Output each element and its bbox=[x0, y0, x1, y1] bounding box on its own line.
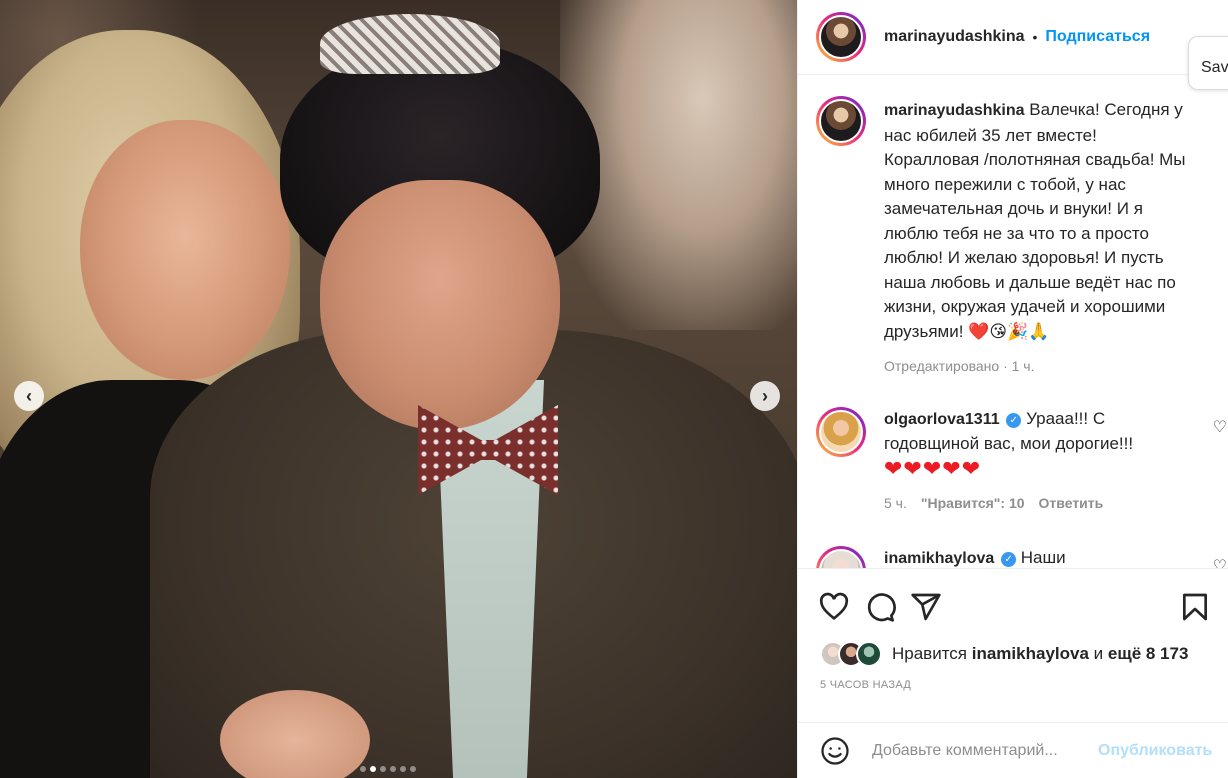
caption-text: Валечка! Сегодня у нас юбилей 35 лет вме… bbox=[884, 100, 1186, 341]
follow-button[interactable]: Подписаться bbox=[1045, 28, 1150, 46]
likes-user[interactable]: inamikhaylova bbox=[972, 644, 1089, 664]
caption-meta: Отредактировано · 1 ч. bbox=[884, 354, 1194, 379]
carousel-dot bbox=[370, 766, 376, 772]
save-popup-label: Sav bbox=[1201, 59, 1228, 76]
publish-button[interactable]: Опубликовать bbox=[1098, 742, 1212, 760]
post-actions: Нравится inamikhaylova и ещё 8 173 5 ЧАС… bbox=[798, 568, 1228, 722]
verified-badge-icon: ✓ bbox=[1006, 412, 1022, 428]
likes-middle: и bbox=[1093, 644, 1104, 663]
post-header: marinayudashkina • Подписаться bbox=[798, 0, 1228, 75]
caption: marinayudashkina Валечка! Сегодня у нас … bbox=[798, 96, 1228, 379]
comment-hearts: ❤❤❤❤❤ bbox=[884, 455, 982, 481]
caption-edited: Отредактировано · 1 ч. bbox=[884, 358, 1035, 374]
comment-username[interactable]: inamikhaylova bbox=[884, 550, 994, 567]
carousel-dot bbox=[360, 766, 366, 772]
add-comment-bar: Опубликовать bbox=[798, 722, 1228, 778]
carousel-dot bbox=[400, 766, 406, 772]
comment: inamikhaylova ✓ Наши ♡ bbox=[798, 545, 1228, 569]
carousel-next-button[interactable]: › bbox=[750, 381, 780, 411]
comment-reply-button[interactable]: Ответить bbox=[1039, 491, 1104, 516]
comment-username[interactable]: olgaorlova1311 bbox=[884, 411, 1000, 428]
caption-username[interactable]: marinayudashkina bbox=[884, 102, 1025, 119]
likes-count[interactable]: ещё 8 173 bbox=[1108, 644, 1189, 664]
carousel-dot bbox=[390, 766, 396, 772]
comment-avatar[interactable] bbox=[816, 406, 866, 457]
author-avatar[interactable] bbox=[816, 12, 866, 62]
author-username[interactable]: marinayudashkina bbox=[884, 28, 1025, 46]
comment-input[interactable] bbox=[872, 741, 1092, 760]
chevron-right-icon: › bbox=[762, 385, 768, 406]
woman-face bbox=[80, 120, 290, 380]
likes-summary: Нравится inamikhaylova и ещё 8 173 bbox=[798, 641, 1228, 667]
kippah bbox=[320, 14, 500, 74]
comment-icon[interactable] bbox=[864, 591, 896, 623]
liker-avatar bbox=[856, 641, 882, 667]
comment-meta: 5 ч. "Нравится": 10 Ответить bbox=[884, 491, 1194, 516]
carousel-dot bbox=[380, 766, 386, 772]
bookmark-icon[interactable] bbox=[1179, 591, 1211, 623]
likers-avatars[interactable] bbox=[820, 641, 882, 667]
post-photo[interactable]: ‹ › bbox=[0, 0, 797, 778]
carousel-indicator bbox=[360, 766, 416, 772]
carousel-dot bbox=[410, 766, 416, 772]
comment-like-heart-icon[interactable]: ♡ bbox=[1213, 417, 1227, 437]
verified-badge-icon: ✓ bbox=[1001, 551, 1017, 567]
comment-avatar[interactable] bbox=[816, 545, 866, 568]
comment: olgaorlova1311 ✓ Урааа!!! С годовщиной в… bbox=[798, 406, 1228, 516]
comment-text: Наши bbox=[1020, 547, 1066, 567]
share-icon[interactable] bbox=[910, 591, 942, 623]
header-separator: • bbox=[1032, 29, 1038, 45]
carousel-prev-button[interactable]: ‹ bbox=[14, 381, 44, 411]
likes-prefix: Нравится bbox=[892, 644, 968, 663]
heart-icon[interactable] bbox=[818, 591, 850, 623]
comment-like-heart-icon[interactable]: ♡ bbox=[1213, 556, 1227, 569]
man-face bbox=[320, 180, 560, 430]
comments-list[interactable]: marinayudashkina Валечка! Сегодня у нас … bbox=[798, 76, 1228, 568]
comment-likes[interactable]: "Нравится": 10 bbox=[921, 491, 1025, 516]
comment-time: 5 ч. bbox=[884, 495, 907, 511]
post-side-panel: marinayudashkina • Подписаться Sav marin… bbox=[797, 0, 1228, 778]
emoji-icon[interactable] bbox=[820, 736, 850, 766]
post-time: 5 ЧАСОВ НАЗАД bbox=[820, 679, 912, 691]
chevron-left-icon: ‹ bbox=[26, 385, 32, 406]
action-bar bbox=[798, 569, 1228, 645]
caption-avatar[interactable] bbox=[816, 96, 866, 146]
